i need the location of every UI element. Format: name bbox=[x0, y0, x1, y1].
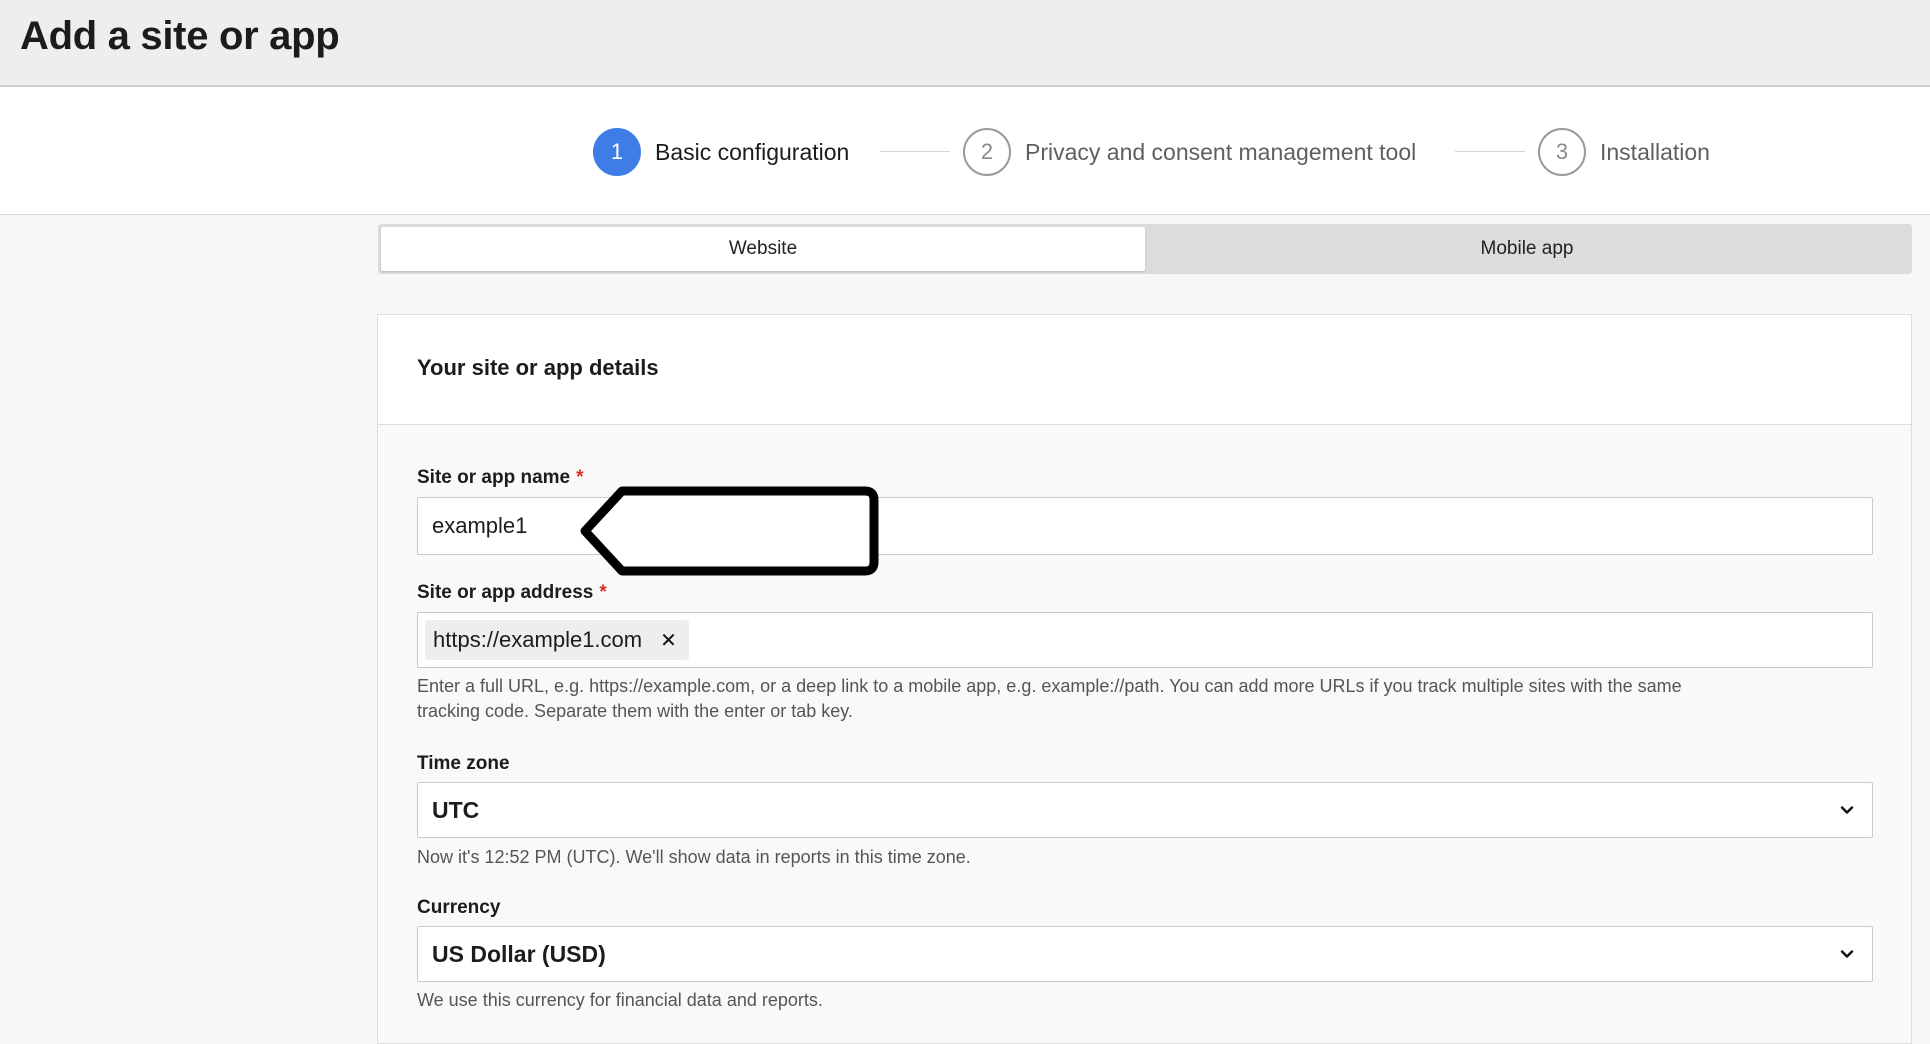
close-icon[interactable]: ✕ bbox=[660, 628, 677, 653]
step-installation: 3 Installation bbox=[1538, 127, 1710, 177]
site-address-input[interactable]: https://example1.com ✕ bbox=[417, 612, 1873, 668]
currency-label: Currency bbox=[417, 897, 501, 918]
site-details-card: Your site or app details Site or app nam… bbox=[377, 314, 1912, 1044]
page-header: Add a site or app bbox=[0, 0, 1930, 87]
chevron-down-icon bbox=[1840, 950, 1854, 958]
site-address-help: Enter a full URL, e.g. https://example.c… bbox=[417, 674, 1877, 724]
step-connector bbox=[880, 151, 950, 152]
site-name-label-text: Site or app name bbox=[417, 467, 571, 488]
stepper: 1 Basic configuration 2 Privacy and cons… bbox=[0, 87, 1930, 215]
step-privacy-consent: 2 Privacy and consent management tool bbox=[963, 127, 1416, 177]
currency-help: We use this currency for financial data … bbox=[417, 990, 823, 1010]
chevron-down-icon bbox=[1840, 806, 1854, 814]
step-connector bbox=[1455, 151, 1525, 152]
site-name-label: Site or app name * bbox=[417, 467, 584, 489]
step-number: 3 bbox=[1538, 128, 1586, 176]
site-address-label-text: Site or app address bbox=[417, 582, 594, 603]
required-marker: * bbox=[576, 467, 584, 488]
currency-value: US Dollar (USD) bbox=[432, 941, 606, 967]
step-label: Installation bbox=[1600, 138, 1710, 165]
site-address-label: Site or app address * bbox=[417, 582, 607, 604]
timezone-label: Time zone bbox=[417, 753, 510, 774]
page-title: Add a site or app bbox=[20, 14, 340, 58]
step-basic-configuration: 1 Basic configuration bbox=[593, 127, 849, 177]
currency-select[interactable]: US Dollar (USD) bbox=[417, 926, 1873, 982]
step-number: 1 bbox=[593, 128, 641, 176]
website-toggle-button[interactable]: Website bbox=[381, 227, 1145, 271]
mobile-app-toggle-button[interactable]: Mobile app bbox=[1145, 227, 1909, 271]
step-number: 2 bbox=[963, 128, 1011, 176]
timezone-select[interactable]: UTC bbox=[417, 782, 1873, 838]
url-chip: https://example1.com ✕ bbox=[425, 620, 689, 660]
timezone-help: Now it's 12:52 PM (UTC). We'll show data… bbox=[417, 847, 971, 867]
help-line: Enter a full URL, e.g. https://example.c… bbox=[417, 676, 1682, 696]
help-line: tracking code. Separate them with the en… bbox=[417, 701, 853, 721]
site-type-toggle: Website Mobile app bbox=[378, 224, 1912, 274]
site-name-input[interactable] bbox=[417, 497, 1873, 555]
step-label: Privacy and consent management tool bbox=[1025, 138, 1417, 165]
step-label: Basic configuration bbox=[655, 138, 850, 165]
card-title: Your site or app details bbox=[417, 355, 659, 380]
card-header: Your site or app details bbox=[378, 315, 1911, 425]
timezone-value: UTC bbox=[432, 797, 480, 823]
required-marker: * bbox=[599, 582, 607, 603]
url-chip-text: https://example1.com bbox=[433, 627, 643, 652]
